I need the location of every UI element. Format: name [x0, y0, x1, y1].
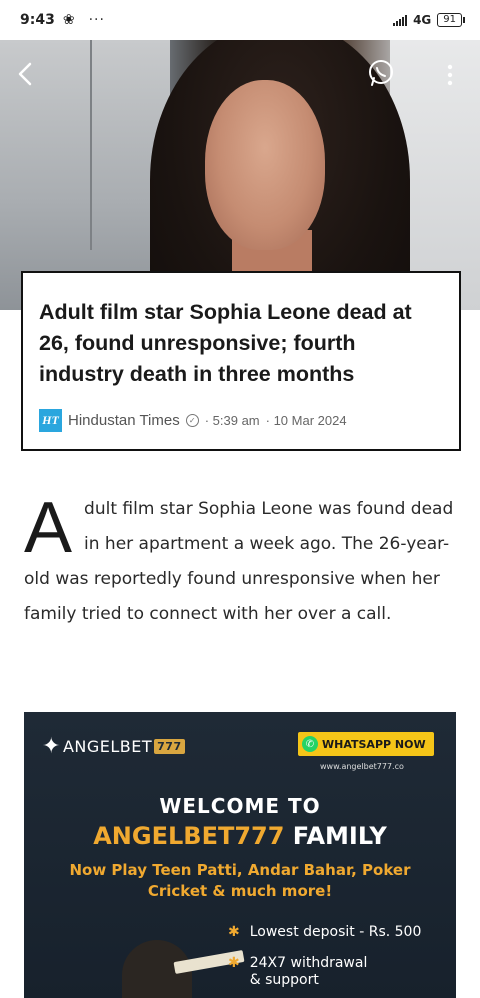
- battery-icon: 91: [437, 13, 465, 27]
- ad-family-word: FAMILY: [292, 822, 387, 850]
- ad-brand-number: 777: [154, 739, 185, 754]
- more-options-button[interactable]: [440, 62, 460, 88]
- ad-welcome: WELCOME TO: [159, 794, 321, 818]
- status-time: 9:43: [20, 12, 55, 28]
- more-vertical-icon: [447, 64, 453, 86]
- article-paragraph: dult film star Sophia Leone was found de…: [24, 499, 454, 624]
- ad-url: www.angelbet777.co: [320, 762, 404, 771]
- status-bar: 9:43 ❀ ··· 4G 91: [0, 0, 480, 40]
- bullet-icon: ✱: [228, 924, 240, 940]
- hero-image: [0, 40, 480, 310]
- overflow-dots: ···: [88, 12, 105, 28]
- ad-features: ✱ Lowest deposit - Rs. 500 ✱ 24X7 withdraw…: [228, 924, 421, 998]
- ad-family-line: ANGELBET777 FAMILY: [24, 822, 456, 850]
- verified-icon: ✓: [185, 414, 199, 427]
- byline: HT Hindustan Times ✓ · 5:39 am · 10 Mar …: [39, 409, 347, 432]
- back-button[interactable]: [14, 58, 38, 90]
- ad-brand-text: ANGELBET: [62, 737, 153, 756]
- ad-games-line2: Cricket & much more!: [147, 882, 333, 900]
- publish-date: · 10 Mar 2024: [265, 413, 347, 428]
- wing-icon: ✦: [42, 734, 61, 759]
- ad-feature-item: ✱ Lowest deposit - Rs. 500: [228, 924, 422, 940]
- whatsapp-icon: [369, 60, 393, 86]
- ht-logo: HT: [39, 409, 62, 432]
- source-name[interactable]: Hindustan Times: [68, 412, 180, 429]
- whatsapp-now-button[interactable]: ✆ WHATSAPP NOW: [298, 732, 434, 756]
- ad-family-brand: ANGELBET777: [93, 822, 285, 850]
- signal-icon: [393, 14, 408, 26]
- drop-cap: A: [24, 488, 73, 568]
- article-body: A dult film star Sophia Leone was found …: [24, 492, 460, 632]
- publish-time: · 5:39 am: [204, 413, 260, 428]
- headline-card: Adult film star Sophia Leone dead at 26,…: [21, 271, 461, 451]
- whatsapp-icon: ✆: [302, 736, 318, 752]
- whatsapp-now-label: WHATSAPP NOW: [322, 737, 426, 751]
- bullet-icon: ✱: [228, 955, 240, 971]
- ad-games-line1: Now Play Teen Patti, Andar Bahar, Poker: [69, 861, 411, 879]
- ad-games: Now Play Teen Patti, Andar Bahar, Poker …: [54, 860, 426, 902]
- article-headline: Adult film star Sophia Leone dead at 26,…: [39, 300, 412, 386]
- network-type: 4G: [413, 13, 432, 27]
- advertisement-banner[interactable]: ✦ ANGELBET 777 ✆ WHATSAPP NOW www.angelb…: [24, 712, 456, 998]
- ad-brand-logo: ✦ ANGELBET 777: [42, 734, 185, 759]
- whatsapp-share-button[interactable]: [366, 58, 396, 88]
- fan-icon: ❀: [62, 12, 75, 28]
- chevron-left-icon: [18, 62, 32, 86]
- ad-feature-item: ✱ 24X7 withdrawal & support: [228, 955, 368, 988]
